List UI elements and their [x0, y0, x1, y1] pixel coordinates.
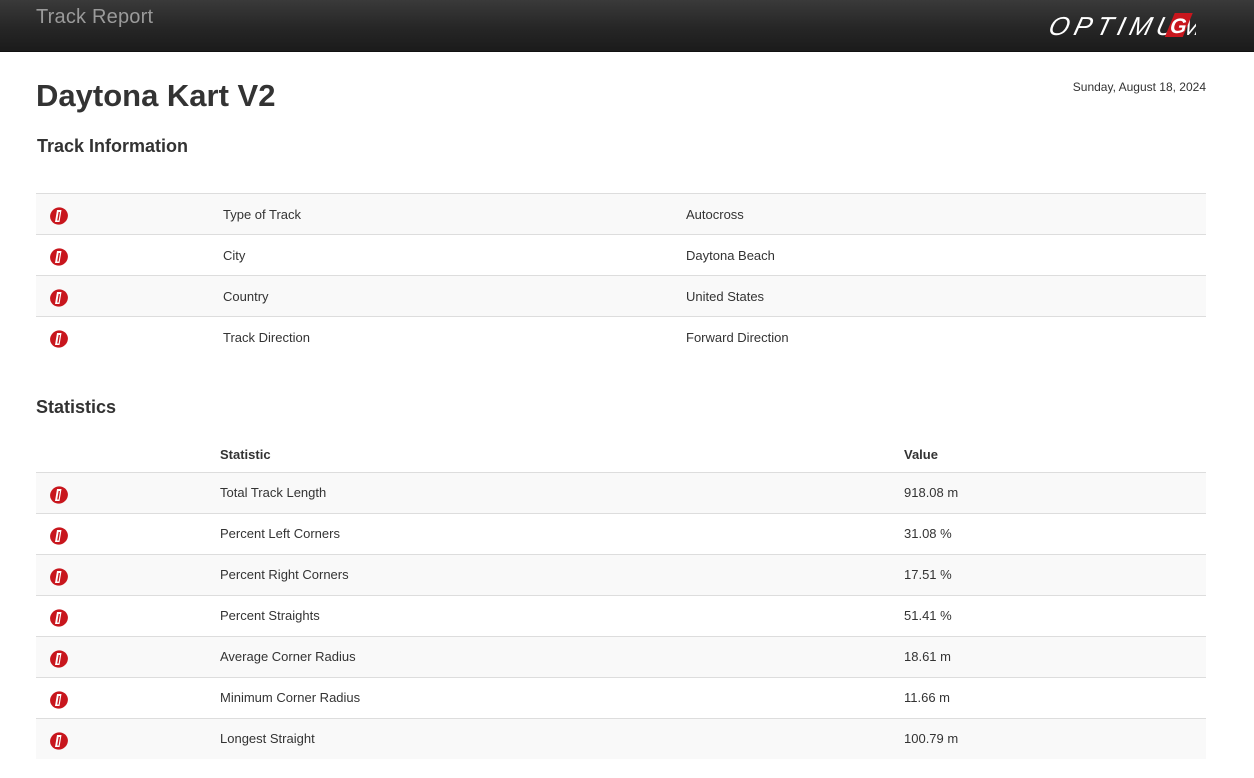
optimumg-logo-icon	[50, 690, 68, 709]
table-row: Percent Left Corners 31.08 %	[36, 512, 1206, 554]
optimumg-logo-icon	[50, 485, 68, 504]
app-title: Track Report	[36, 6, 154, 28]
table-row: Longest Straight 100.79 m	[36, 717, 1206, 759]
statistic-label: Percent Left Corners	[220, 512, 904, 554]
top-bar: Track Report OPTIMUM G	[0, 0, 1254, 52]
optimumg-logo-icon	[50, 248, 68, 266]
optimumg-logo-icon	[50, 330, 68, 348]
column-header-statistic: Statistic	[220, 447, 271, 463]
statistic-value: 100.79 m	[904, 717, 1206, 759]
statistic-label: Total Track Length	[220, 471, 904, 513]
track-info-label: Type of Track	[223, 193, 686, 235]
track-info-value: United States	[686, 275, 1206, 317]
statistic-label: Percent Straights	[220, 594, 904, 636]
track-info-value: Forward Direction	[686, 316, 1206, 358]
report-date: Sunday, August 18, 2024	[1072, 80, 1206, 94]
table-header-row: Statistic Value	[36, 434, 1206, 472]
table-row: Type of Track Autocross	[36, 193, 1206, 235]
statistic-label: Longest Straight	[220, 717, 904, 759]
track-info-label: Country	[223, 275, 686, 317]
statistic-label: Minimum Corner Radius	[220, 676, 904, 718]
statistics-heading: Statistics	[36, 397, 117, 417]
table-row: City Daytona Beach	[36, 234, 1206, 276]
table-row: Percent Right Corners 17.51 %	[36, 553, 1206, 595]
optimumg-brand-logo: OPTIMUM G	[1046, 11, 1196, 41]
table-row: Country United States	[36, 275, 1206, 317]
optimumg-logo-icon	[50, 649, 68, 668]
optimumg-logo-icon	[50, 289, 68, 307]
statistic-value: 31.08 %	[904, 512, 1206, 554]
track-information-table: Type of Track Autocross City Daytona Bea…	[36, 193, 1206, 358]
track-info-label: Track Direction	[223, 316, 686, 358]
table-row: Percent Straights 51.41 %	[36, 594, 1206, 636]
statistic-value: 11.66 m	[904, 676, 1206, 718]
statistic-value: 918.08 m	[904, 471, 1206, 513]
optimumg-logo-icon	[50, 207, 68, 225]
statistic-label: Average Corner Radius	[220, 635, 904, 677]
table-row: Average Corner Radius 18.61 m	[36, 635, 1206, 677]
track-info-label: City	[223, 234, 686, 276]
page-title: Daytona Kart V2	[36, 78, 276, 113]
statistic-value: 51.41 %	[904, 594, 1206, 636]
optimumg-logo-icon	[50, 732, 68, 750]
table-row: Minimum Corner Radius 11.66 m	[36, 676, 1206, 718]
track-info-value: Autocross	[686, 193, 1206, 235]
track-info-value: Daytona Beach	[686, 234, 1206, 276]
statistic-label: Percent Right Corners	[220, 553, 904, 595]
statistic-value: 18.61 m	[904, 635, 1206, 677]
statistics-table: Statistic Value Total Track Length 918.0…	[36, 434, 1206, 759]
optimumg-logo-icon	[50, 526, 68, 545]
table-row: Total Track Length 918.08 m	[36, 471, 1206, 513]
optimumg-logo-icon	[50, 567, 68, 586]
track-information-heading: Track Information	[37, 136, 189, 156]
column-header-value: Value	[904, 447, 938, 463]
optimumg-logo-icon	[50, 608, 68, 627]
statistic-value: 17.51 %	[904, 553, 1206, 595]
table-row: Track Direction Forward Direction	[36, 316, 1206, 358]
